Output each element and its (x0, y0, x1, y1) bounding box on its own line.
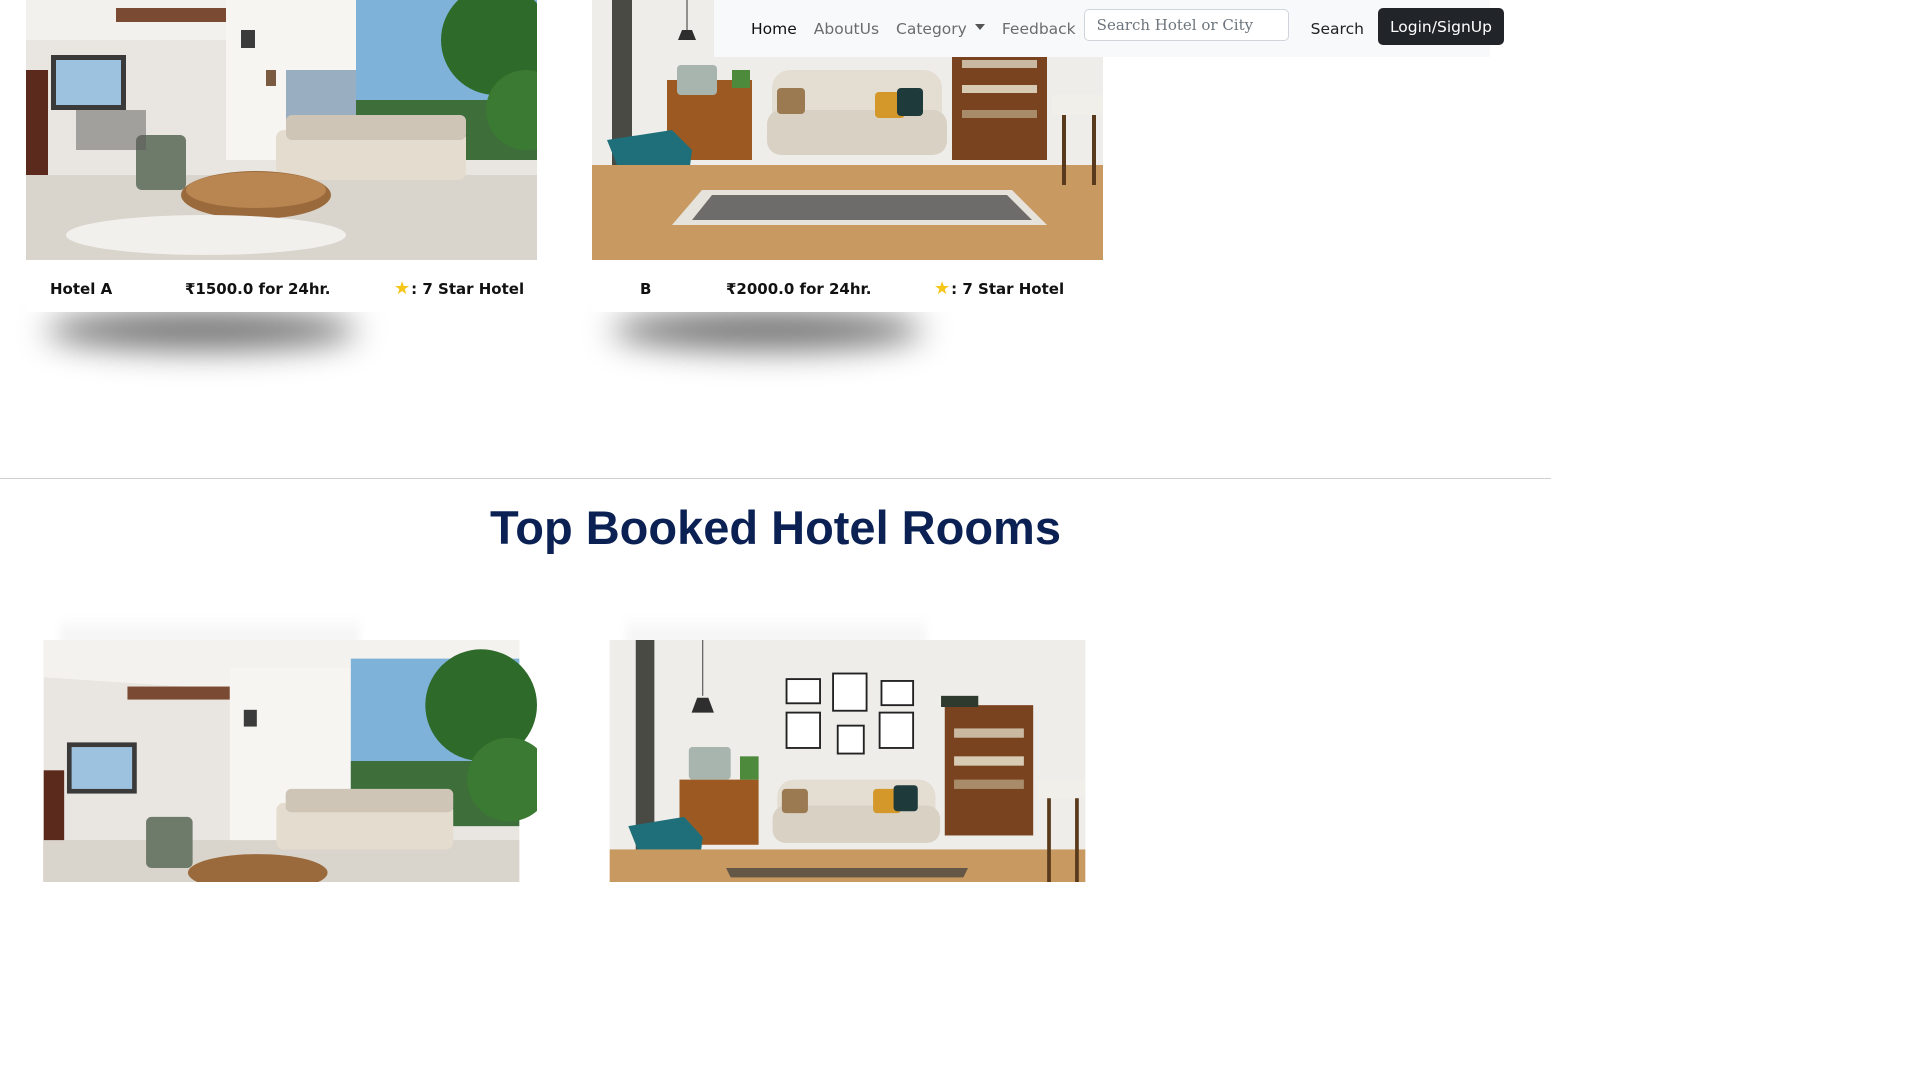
search-button[interactable]: Search (1311, 20, 1364, 38)
hotel-card[interactable]: Hotel A ₹1500.0 for 24hr. ★ : 7 Star Hot… (26, 0, 537, 350)
top-booked-card[interactable] (592, 640, 1103, 882)
hotel-name: B (640, 280, 652, 298)
hotel-room-image[interactable] (592, 640, 1103, 882)
hotel-card-info: Hotel A ₹1500.0 for 24hr. ★ : 7 Star Hot… (26, 260, 537, 312)
hotel-card-info: B ₹2000.0 for 24hr. ★ : 7 Star Hotel (592, 260, 1103, 312)
hotel-price: ₹2000.0 for 24hr. (726, 280, 872, 298)
card-shadow (46, 310, 357, 350)
nav-home-link[interactable]: Home (751, 20, 797, 38)
hotel-name: Hotel A (50, 280, 113, 298)
nav-aboutus-link[interactable]: AboutUs (814, 20, 879, 38)
star-icon: ★ (394, 278, 411, 299)
hotel-rating-text: : 7 Star Hotel (951, 280, 1065, 298)
search-input[interactable] (1083, 8, 1289, 41)
login-signup-button[interactable]: Login/SignUp (1377, 8, 1504, 45)
hotel-price: ₹1500.0 for 24hr. (185, 280, 331, 298)
card-top-shadow (626, 614, 926, 642)
chevron-down-icon (974, 24, 985, 30)
hotel-rating-text: : 7 Star Hotel (411, 280, 525, 298)
hotel-rating: ★ : 7 Star Hotel (934, 278, 1065, 299)
top-booked-card[interactable] (26, 640, 537, 882)
star-icon: ★ (934, 278, 951, 299)
hotel-rating: ★ : 7 Star Hotel (394, 278, 525, 299)
card-shadow (612, 310, 923, 350)
hotel-room-image[interactable] (26, 0, 537, 260)
section-divider (0, 478, 1551, 479)
nav-feedback-link[interactable]: Feedback (1002, 20, 1076, 38)
hotel-room-image[interactable] (26, 640, 537, 882)
nav-category-dropdown[interactable]: Category (896, 20, 985, 38)
section-title: Top Booked Hotel Rooms (490, 501, 1061, 554)
nav-category-label: Category (896, 19, 967, 38)
card-top-shadow (60, 614, 360, 642)
navbar: Home AboutUs Category Feedback Search Lo… (714, 0, 1504, 57)
